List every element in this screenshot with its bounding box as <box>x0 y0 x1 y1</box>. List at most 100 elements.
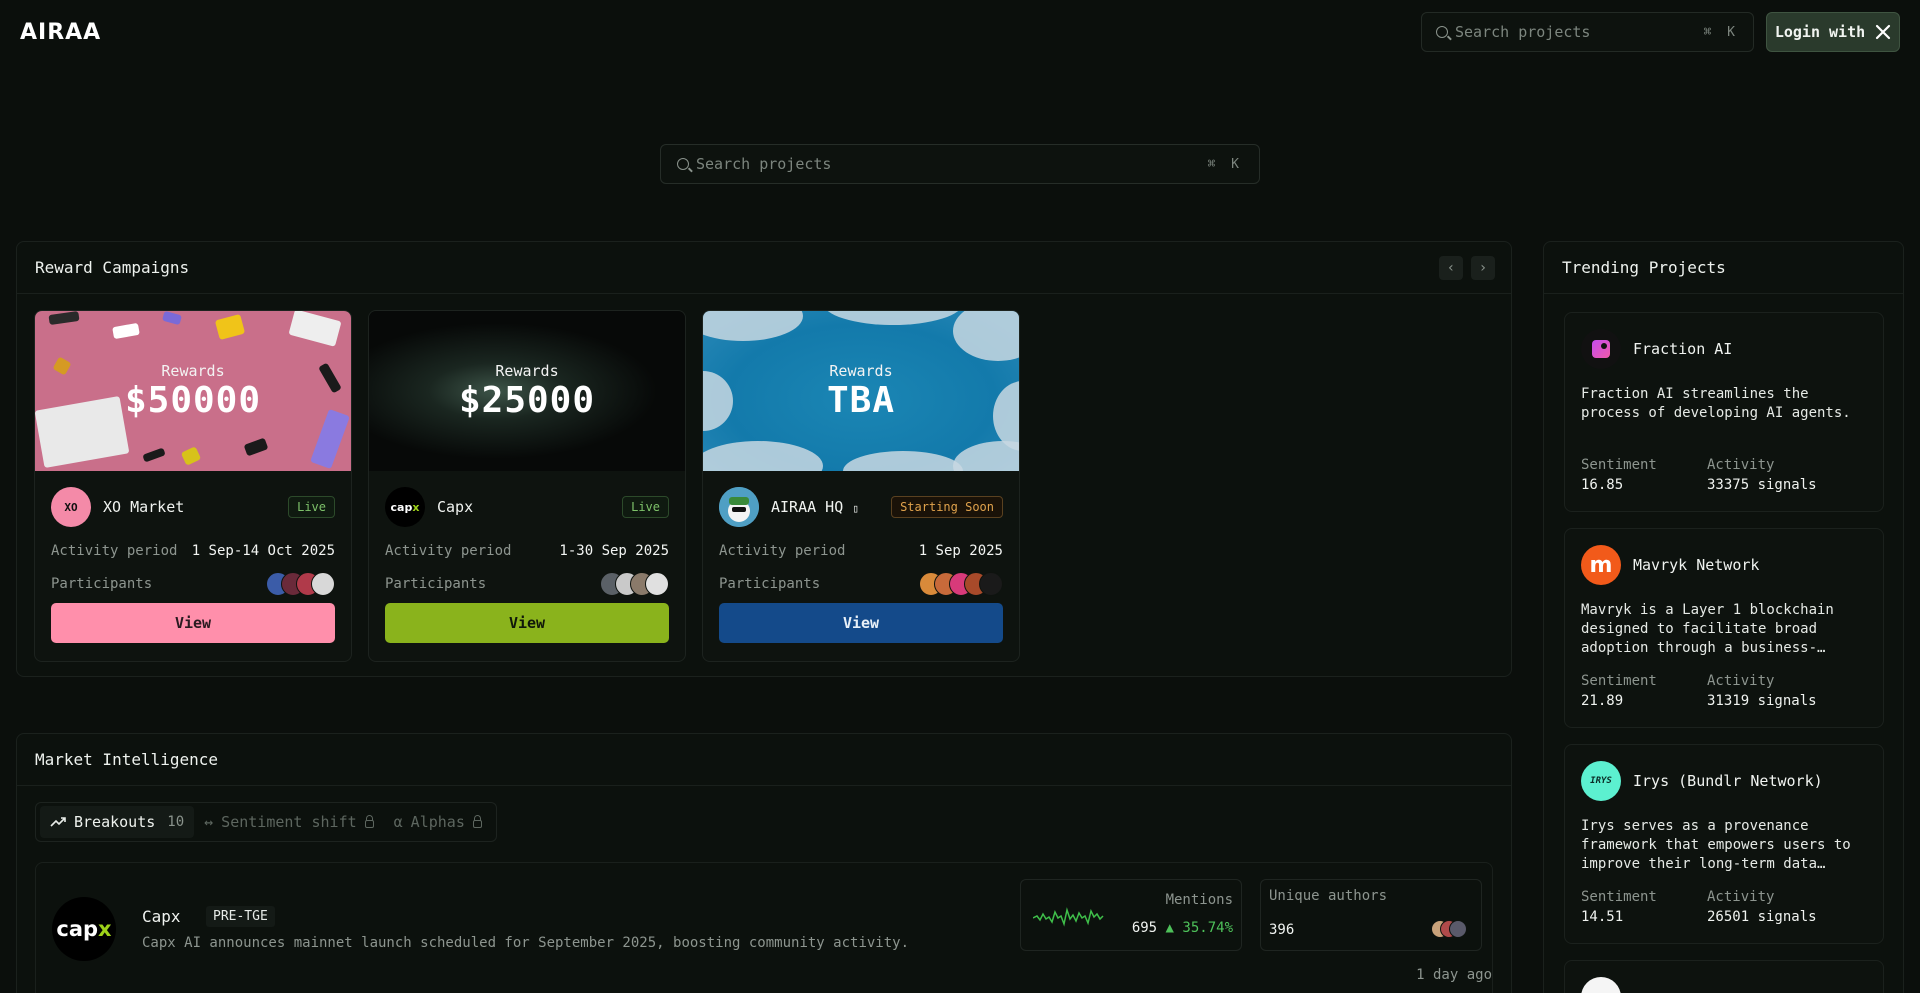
trending-item-mavryk-network[interactable]: m Mavryk Network Mavryk is a Layer 1 blo… <box>1564 528 1884 728</box>
rewards-label: Rewards <box>495 361 559 380</box>
trend-up-icon: ▲ <box>1165 920 1174 936</box>
mavryk-network-icon: m <box>1581 545 1621 585</box>
campaign-name: AIRAA HQ ▯ <box>771 498 859 516</box>
status-badge: Live <box>288 496 335 518</box>
activity-value: 33375 signals <box>1707 477 1817 493</box>
view-campaign-button[interactable]: View <box>51 603 335 643</box>
arrows-horizontal-icon: ↔ <box>204 813 214 831</box>
login-with-x-button[interactable]: Login with <box>1766 12 1900 52</box>
sentiment-label: Sentiment <box>1581 457 1657 473</box>
tab-label: Sentiment shift <box>221 813 357 831</box>
search-icon <box>1436 26 1448 38</box>
reward-campaigns-panel: Reward Campaigns ‹ › Rewards $50000 XO X… <box>16 241 1512 677</box>
tab-label: Alphas <box>410 813 465 831</box>
main-search-placeholder: Search projects <box>696 155 832 173</box>
project-name: Fraction AI <box>1633 340 1733 358</box>
project-name: Mavryk Network <box>1633 556 1760 574</box>
participants-avatars <box>919 572 1003 596</box>
trending-projects-panel: Trending Projects Fraction AI Fraction A… <box>1543 241 1904 993</box>
search-shortcut: ⌘ K <box>1703 24 1739 40</box>
market-tabs: Breakouts 10 ↔ Sentiment shift α Alphas <box>35 802 497 842</box>
lock-icon <box>472 815 482 828</box>
activity-period-value: 1-30 Sep 2025 <box>559 543 669 559</box>
xo-market-avatar: XO <box>51 487 91 527</box>
header-search-placeholder: Search projects <box>1455 23 1591 41</box>
tab-breakouts[interactable]: Breakouts 10 <box>40 806 195 838</box>
airaa-hq-avatar <box>719 487 759 527</box>
rewards-label: Rewards <box>161 361 225 380</box>
sentiment-value: 14.51 <box>1581 909 1624 925</box>
reward-campaigns-title: Reward Campaigns <box>35 258 190 277</box>
sentiment-value: 21.89 <box>1581 693 1624 709</box>
status-badge: Starting Soon <box>891 496 1003 518</box>
participants-label: Participants <box>719 576 821 592</box>
rewards-amount: $25000 <box>458 379 596 421</box>
unique-authors-box: Unique authors 396 <box>1260 879 1482 951</box>
activity-period-label: Activity period <box>719 543 846 559</box>
alpha-icon: α <box>393 813 403 831</box>
trending-projects-title: Trending Projects <box>1562 258 1726 277</box>
trending-item-next[interactable] <box>1564 960 1884 993</box>
sentiment-label: Sentiment <box>1581 673 1657 689</box>
search-icon <box>677 158 689 170</box>
header-search-input[interactable]: Search projects ⌘ K <box>1421 12 1754 52</box>
campaign-name: Capx <box>437 498 474 516</box>
participants-avatars <box>600 572 669 596</box>
breakout-item[interactable]: cap x Capx PRE-TGE Capx AI announces main… <box>35 862 1493 993</box>
project-name: Capx <box>142 907 181 926</box>
campaign-card-airaa-hq: Rewards TBA AIRAA HQ ▯ Starting Soon Act… <box>702 310 1020 662</box>
market-intelligence-title: Market Intelligence <box>35 750 219 769</box>
trending-item-fraction-ai[interactable]: Fraction AI Fraction AI streamlines the … <box>1564 312 1884 512</box>
status-badge: Live <box>622 496 669 518</box>
rewards-amount: TBA <box>826 379 896 421</box>
capx-logo: cap x <box>52 897 116 961</box>
campaign-card-xo-market: Rewards $50000 XO XO Market Live Activit… <box>34 310 352 662</box>
tab-alphas[interactable]: α Alphas <box>384 806 492 838</box>
pre-tge-badge: PRE-TGE <box>206 906 275 927</box>
project-description: Fraction AI streamlines the process of d… <box>1581 386 1851 421</box>
rewards-amount: $50000 <box>124 379 262 421</box>
campaign-banner: Rewards $50000 <box>35 311 351 471</box>
sentiment-value: 16.85 <box>1581 477 1624 493</box>
view-campaign-button[interactable]: View <box>719 603 1003 643</box>
participants-avatars <box>266 572 335 596</box>
project-description: Mavryk is a Layer 1 blockchain designed … <box>1581 602 1834 656</box>
view-campaign-button[interactable]: View <box>385 603 669 643</box>
x-logo-icon <box>1876 24 1891 40</box>
tab-count: 10 <box>167 814 185 830</box>
main-search-shortcut: ⌘ K <box>1207 156 1243 172</box>
carousel-prev-button[interactable]: ‹ <box>1439 256 1463 280</box>
authors-avatars <box>1431 920 1467 938</box>
chevron-right-icon: › <box>1478 260 1488 276</box>
capx-avatar: cap x <box>385 487 425 527</box>
participants-label: Participants <box>51 576 153 592</box>
mentions-label: Mentions <box>1165 892 1233 908</box>
campaign-banner: Rewards TBA <box>703 311 1019 471</box>
carousel-next-button[interactable]: › <box>1471 256 1495 280</box>
sentiment-label: Sentiment <box>1581 889 1657 905</box>
posted-time: 1 day ago <box>1416 967 1492 983</box>
main-search-input[interactable]: Search projects ⌘ K <box>660 144 1260 184</box>
trending-up-icon <box>50 817 66 827</box>
unique-authors-value: 396 <box>1269 922 1295 938</box>
activity-period-value: 1 Sep 2025 <box>918 543 1003 559</box>
mentions-sparkline <box>1033 907 1104 927</box>
project-description: Irys serves as a provenance framework th… <box>1581 818 1851 872</box>
activity-label: Activity <box>1707 889 1775 905</box>
project-icon <box>1581 977 1621 993</box>
activity-label: Activity <box>1707 457 1775 473</box>
campaign-card-capx: Rewards $25000 cap x Capx Live Activity p… <box>368 310 686 662</box>
login-label: Login with <box>1774 23 1866 41</box>
lock-icon <box>364 815 374 828</box>
campaign-banner: Rewards $25000 <box>369 311 685 471</box>
fraction-ai-icon <box>1581 329 1621 369</box>
mentions-value: 695 ▲ 35.74% <box>1131 920 1233 936</box>
activity-period-label: Activity period <box>51 543 178 559</box>
activity-value: 26501 signals <box>1707 909 1817 925</box>
activity-period-label: Activity period <box>385 543 512 559</box>
airaa-logo[interactable]: AIRAA <box>20 20 101 45</box>
mentions-box: Mentions 695 ▲ 35.74% <box>1020 879 1242 951</box>
tab-sentiment-shift[interactable]: ↔ Sentiment shift <box>194 806 384 838</box>
trending-item-irys[interactable]: IRYS Irys (Bundlr Network) Irys serves a… <box>1564 744 1884 944</box>
activity-period-value: 1 Sep-14 Oct 2025 <box>191 543 335 559</box>
